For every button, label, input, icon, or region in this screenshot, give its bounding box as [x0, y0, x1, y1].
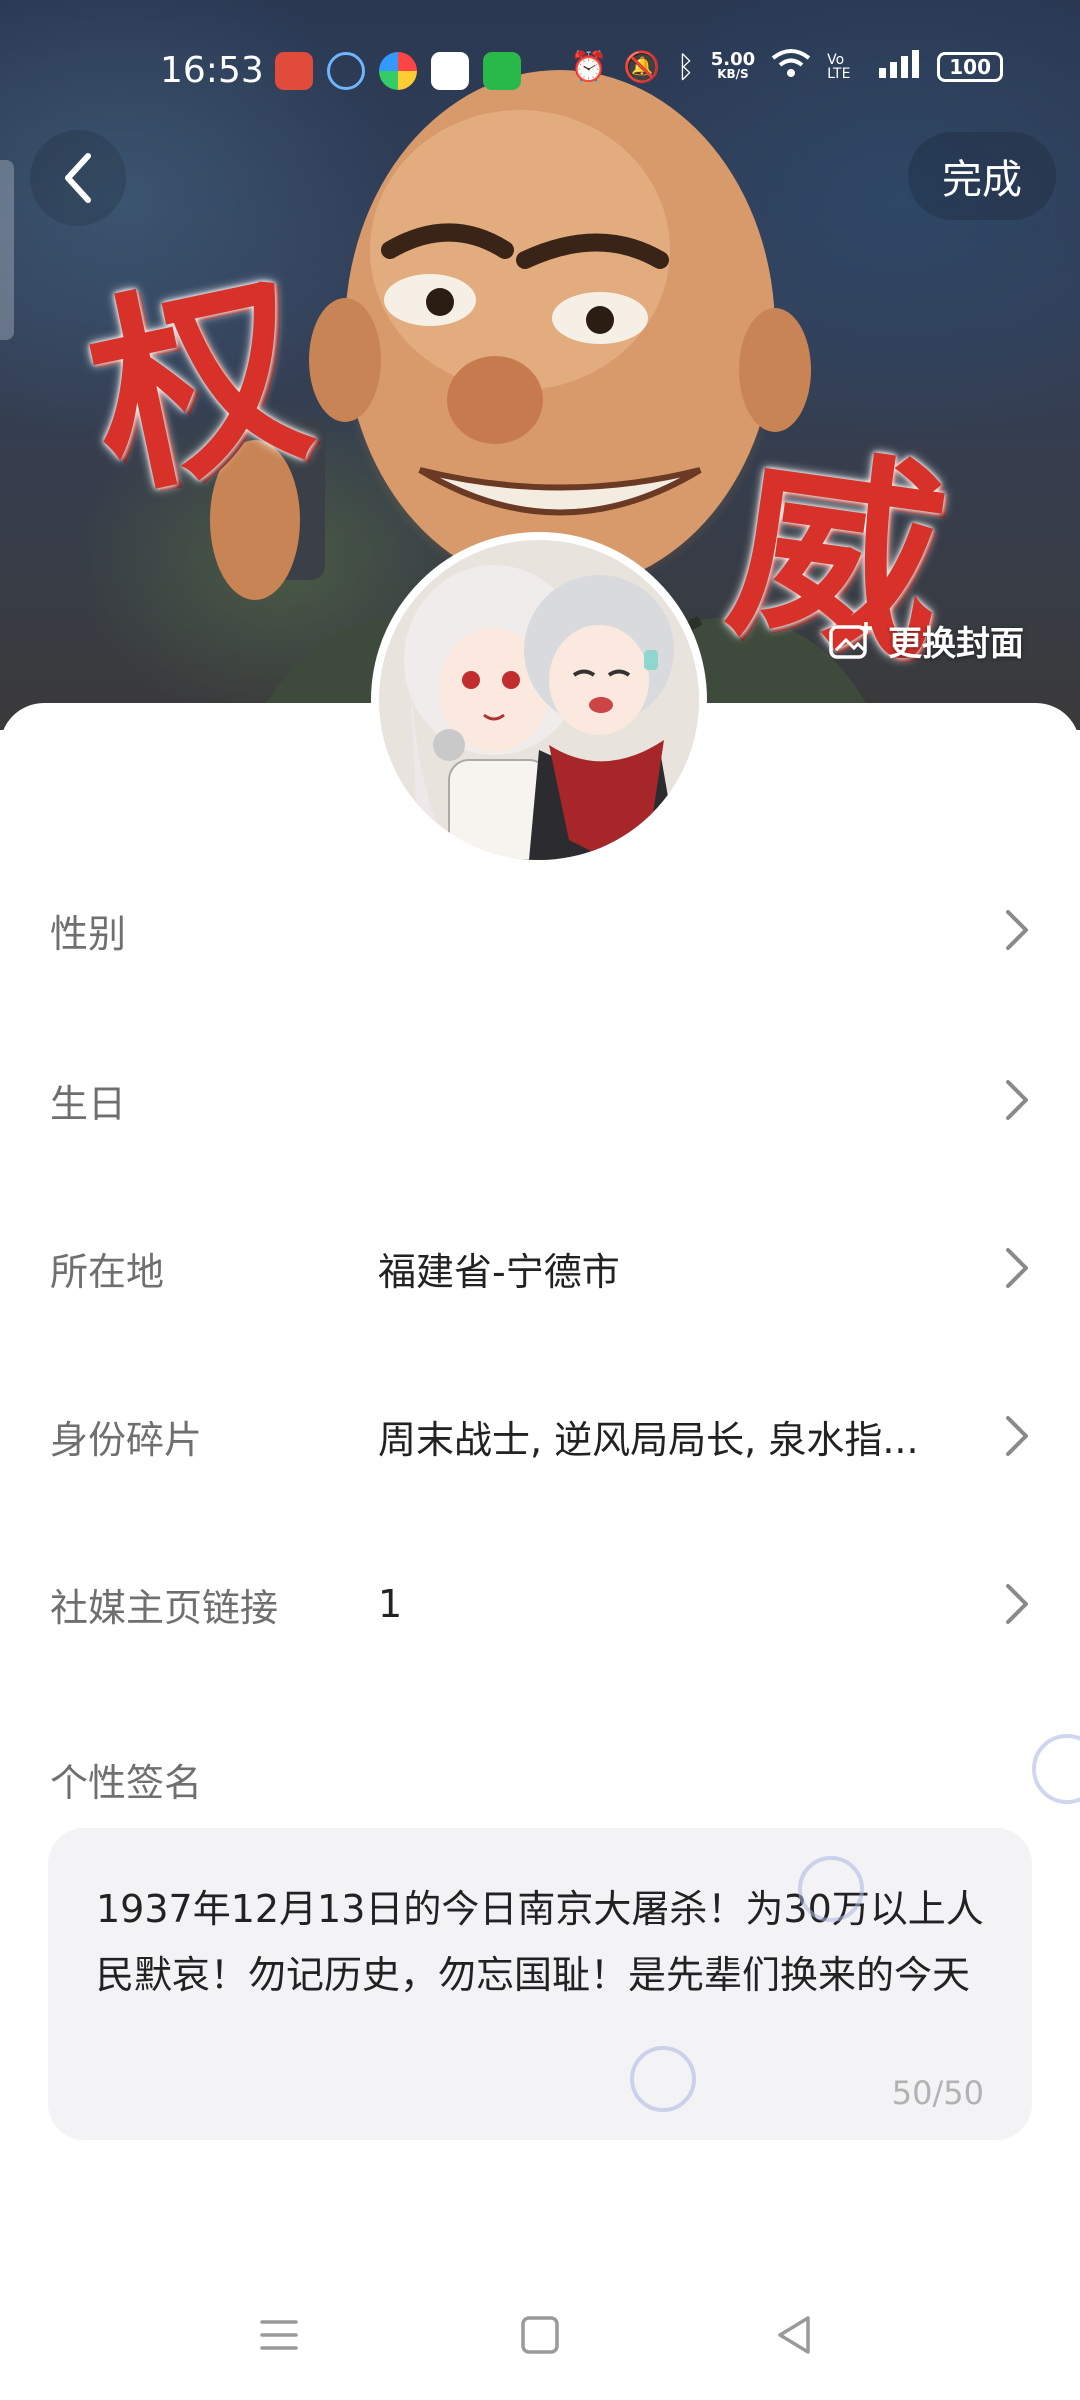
system-nav-bar	[0, 2290, 1080, 2380]
done-button[interactable]: 完成	[908, 132, 1056, 220]
chevron-right-icon	[1006, 1416, 1028, 1456]
mute-icon: 🔕	[623, 49, 661, 85]
back-triangle-icon[interactable]	[770, 2310, 820, 2360]
row-location[interactable]: 所在地 福建省-宁德市	[0, 1208, 1080, 1328]
row-value: 周末战士, 逆风局局长, 泉水指...	[378, 1417, 919, 1462]
row-gender[interactable]: 性别	[0, 870, 1080, 990]
menu-icon[interactable]	[254, 2310, 304, 2360]
status-indicators: ⏰ 🔕 ᛒ 5.00 KB/S Vo LTE 100	[570, 48, 1004, 86]
row-label: 社媒主页链接	[50, 1585, 279, 1630]
touch-ripple	[630, 2046, 696, 2112]
bluetooth-icon: ᛒ	[676, 49, 695, 85]
status-bar: 16:53 ⏰ 🔕 ᛒ 5.00 KB/S Vo LTE 100	[0, 40, 1080, 104]
change-cover-button[interactable]: 更换封面	[828, 610, 1024, 670]
back-button[interactable]	[30, 130, 126, 226]
row-label: 所在地	[50, 1249, 165, 1294]
chevron-right-icon	[1006, 1584, 1028, 1624]
status-time: 16:53	[160, 50, 264, 91]
wifi-icon	[771, 48, 811, 86]
network-type: Vo LTE	[827, 52, 851, 82]
chevron-right-icon	[1006, 1248, 1028, 1288]
cloud-icon	[327, 52, 365, 90]
chevron-right-icon	[1006, 910, 1028, 950]
chevron-right-icon	[1006, 1080, 1028, 1120]
signature-label: 个性签名	[50, 1761, 203, 1805]
signal-icon	[877, 48, 921, 86]
edit-profile-screen: 权 威 16:53 ⏰ 🔕 ᛒ 5.00 KB/S Vo LTE 100 完成 …	[0, 0, 1080, 2400]
status-app-icons	[275, 52, 521, 90]
signature-char-count: 50/50	[891, 2074, 984, 2112]
net-speed: 5.00 KB/S	[710, 49, 756, 82]
change-cover-label: 更换封面	[888, 623, 1024, 664]
avatar-illustration	[379, 540, 699, 860]
row-label: 性别	[50, 911, 127, 956]
avatar[interactable]	[371, 532, 707, 868]
signature-textarea[interactable]: 1937年12月13日的今日南京大屠杀！为30万以上人民默哀！勿记历史，勿忘国耻…	[48, 1828, 1032, 2140]
row-label: 生日	[50, 1081, 127, 1126]
shield-icon	[483, 52, 521, 90]
row-value: 福建省-宁德市	[378, 1249, 620, 1294]
battery-indicator: 100	[937, 52, 1004, 82]
alarm-icon: ⏰	[570, 49, 608, 85]
image-add-icon	[829, 622, 872, 659]
row-label: 身份碎片	[50, 1417, 203, 1462]
touch-ripple	[798, 1856, 864, 1922]
browser-icon	[431, 52, 469, 90]
row-identity-tags[interactable]: 身份碎片 周末战士, 逆风局局长, 泉水指...	[0, 1376, 1080, 1496]
chevron-left-icon	[65, 153, 91, 203]
row-birthday[interactable]: 生日	[0, 1040, 1080, 1160]
row-social-link[interactable]: 社媒主页链接 1	[0, 1544, 1080, 1664]
home-square-icon[interactable]	[515, 2310, 565, 2360]
pinwheel-icon	[379, 52, 417, 90]
edge-handle[interactable]	[0, 160, 14, 340]
row-value: 1	[378, 1582, 403, 1626]
app-red-icon	[275, 52, 313, 90]
